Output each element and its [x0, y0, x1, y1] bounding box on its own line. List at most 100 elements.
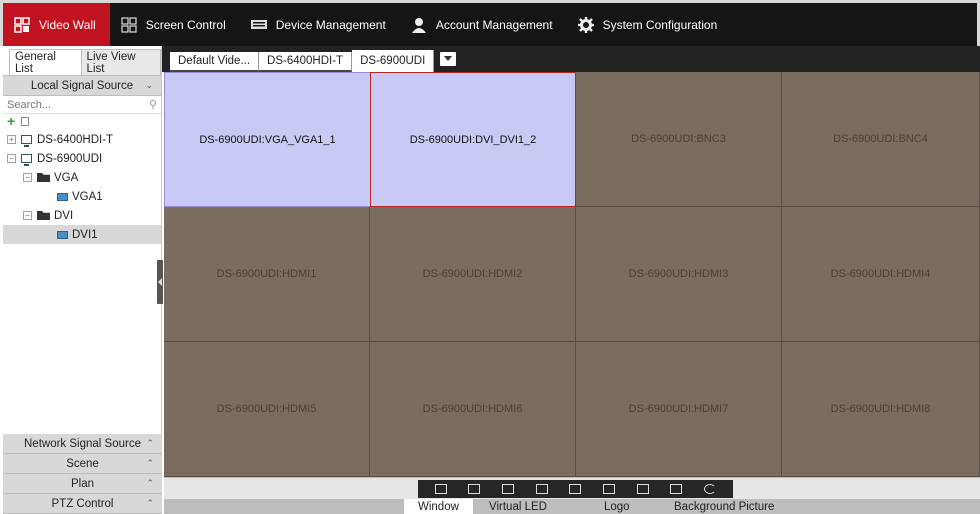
section-label: Local Signal Source: [30, 79, 134, 92]
network-signal-source-header[interactable]: Network Signal Source ⌃: [3, 434, 162, 454]
wall-window[interactable]: DS-6900UDI:BNC3: [576, 72, 782, 207]
tree-item-label: VGA: [54, 171, 79, 184]
collapse-icon[interactable]: −: [7, 154, 16, 163]
plan-header[interactable]: Plan ⌃: [3, 474, 162, 494]
nav-label: Account Management: [435, 17, 553, 32]
tree-item-label: DVI: [54, 209, 74, 222]
chevron-down-icon: ⌄: [145, 80, 153, 90]
refresh-icon[interactable]: [704, 484, 717, 494]
tree-item-vga[interactable]: − VGA: [3, 168, 161, 187]
screen-control-icon: [120, 16, 138, 34]
wall-tabs: Default Vide... DS-6400HDI-T DS-6900UDI: [162, 46, 980, 72]
fullscreen-icon[interactable]: [535, 484, 548, 494]
tab-live-view-list[interactable]: Live View List: [81, 49, 161, 75]
nav-label: System Configuration: [602, 17, 718, 32]
center-icon[interactable]: [636, 484, 649, 494]
expand-icon[interactable]: +: [7, 135, 16, 144]
collapse-icon[interactable]: −: [23, 173, 32, 182]
local-signal-source-header[interactable]: Local Signal Source ⌄: [3, 76, 161, 96]
signal-icon: [57, 230, 68, 239]
video-wall-grid: DS-6900UDI:VGA_VGA1_1 DS-6900UDI:DVI_DVI…: [164, 72, 980, 477]
nav-account-management[interactable]: Account Management: [400, 3, 567, 46]
nav-label: Video Wall: [39, 17, 96, 32]
video-wall-icon: [13, 16, 31, 34]
section-label: Plan: [70, 477, 95, 490]
split-icon[interactable]: [569, 484, 582, 494]
tree-item-label: VGA1: [72, 190, 103, 203]
folder-icon: [37, 173, 50, 182]
chevron-up-icon: ⌃: [146, 458, 154, 468]
tab-default-video-wall[interactable]: Default Vide...: [170, 52, 260, 72]
search-icon[interactable]: ⚲: [149, 98, 157, 111]
chevron-up-icon: ⌃: [146, 438, 154, 448]
search-row: ⚲: [3, 96, 161, 114]
add-icon[interactable]: +: [7, 114, 15, 128]
panel-collapse-handle[interactable]: [157, 260, 163, 304]
tree-item-ds-6400hdi-t[interactable]: + DS-6400HDI-T: [3, 130, 161, 149]
wall-window[interactable]: DS-6900UDI:BNC4: [782, 72, 980, 207]
mode-tabs: Window Virtual LED Logo Background Pictu…: [164, 499, 980, 514]
gear-icon: [577, 16, 595, 34]
tree-item-dvi1[interactable]: DVI1: [3, 225, 161, 244]
left-bottom-sections: Network Signal Source ⌃ Scene ⌃ Plan ⌃ P…: [3, 434, 162, 514]
wall-tools: [418, 480, 733, 498]
chevron-up-icon: ⌃: [146, 478, 154, 488]
tab-general-list[interactable]: General List: [9, 49, 82, 75]
wall-dropdown-button[interactable]: [440, 52, 457, 66]
tree-item-label: DS-6900UDI: [37, 152, 103, 165]
signal-icon: [57, 192, 68, 201]
wall-window[interactable]: DS-6900UDI:HDMI3: [576, 207, 782, 342]
wall-window[interactable]: DS-6900UDI:HDMI1: [164, 207, 370, 342]
section-label: Scene: [66, 457, 99, 470]
top-nav: Video Wall Screen Control Device Managem…: [0, 0, 980, 46]
section-label: PTZ Control: [51, 497, 114, 510]
tab-background-picture[interactable]: Background Picture: [674, 499, 774, 514]
device-icon: [250, 16, 268, 34]
nav-label: Screen Control: [145, 17, 226, 32]
nav-device-management[interactable]: Device Management: [240, 3, 400, 46]
signal-tree: + DS-6400HDI-T − DS-6900UDI − VGA VGA1 −…: [3, 128, 161, 244]
left-panel: General List Live View List Local Signal…: [3, 46, 162, 514]
wall-window[interactable]: DS-6900UDI:HDMI4: [782, 207, 980, 342]
wall-window[interactable]: DS-6900UDI:DVI_DVI1_2: [370, 72, 576, 207]
tab-ds-6900udi[interactable]: DS-6900UDI: [352, 50, 435, 72]
open-window-icon[interactable]: [434, 484, 447, 494]
folder-icon: [37, 211, 50, 220]
monitor-icon: [21, 135, 32, 147]
tree-item-dvi[interactable]: − DVI: [3, 206, 161, 225]
roam-icon[interactable]: [468, 484, 481, 494]
nav-label: Device Management: [275, 17, 386, 32]
tree-item-ds-6900udi[interactable]: − DS-6900UDI: [3, 149, 161, 168]
wall-window[interactable]: DS-6900UDI:HDMI2: [370, 207, 576, 342]
monitor-icon: [21, 154, 32, 166]
tree-item-label: DS-6400HDI-T: [37, 133, 114, 146]
clear-icon[interactable]: [670, 484, 683, 494]
layer-icon[interactable]: [502, 484, 515, 494]
nav-video-wall[interactable]: Video Wall: [3, 3, 110, 46]
tree-item-vga1[interactable]: VGA1: [3, 187, 161, 206]
wall-toolbar: [164, 477, 980, 499]
tab-window[interactable]: Window: [404, 499, 473, 514]
list-icon[interactable]: [21, 116, 30, 126]
wall-window[interactable]: DS-6900UDI:HDMI7: [576, 342, 782, 477]
nav-screen-control[interactable]: Screen Control: [110, 3, 240, 46]
scene-header[interactable]: Scene ⌃: [3, 454, 162, 474]
tree-item-label: DVI1: [72, 228, 98, 241]
user-icon: [410, 16, 428, 34]
wall-window[interactable]: DS-6900UDI:VGA_VGA1_1: [164, 72, 370, 207]
search-input[interactable]: [7, 98, 137, 111]
wall-window[interactable]: DS-6900UDI:HDMI5: [164, 342, 370, 477]
wall-window[interactable]: DS-6900UDI:HDMI6: [370, 342, 576, 477]
tab-logo[interactable]: Logo: [604, 499, 630, 514]
tree-toolbar: +: [3, 114, 161, 128]
tab-virtual-led[interactable]: Virtual LED: [489, 499, 547, 514]
left-tabs: General List Live View List: [3, 46, 161, 76]
wall-window[interactable]: DS-6900UDI:HDMI8: [782, 342, 980, 477]
grid-icon[interactable]: [603, 484, 616, 494]
nav-system-configuration[interactable]: System Configuration: [567, 3, 732, 46]
ptz-control-header[interactable]: PTZ Control ⌃: [3, 494, 162, 514]
tab-ds-6400hdi-t[interactable]: DS-6400HDI-T: [259, 52, 353, 72]
chevron-up-icon: ⌃: [146, 498, 154, 508]
section-label: Network Signal Source: [24, 437, 141, 450]
collapse-icon[interactable]: −: [23, 211, 32, 220]
